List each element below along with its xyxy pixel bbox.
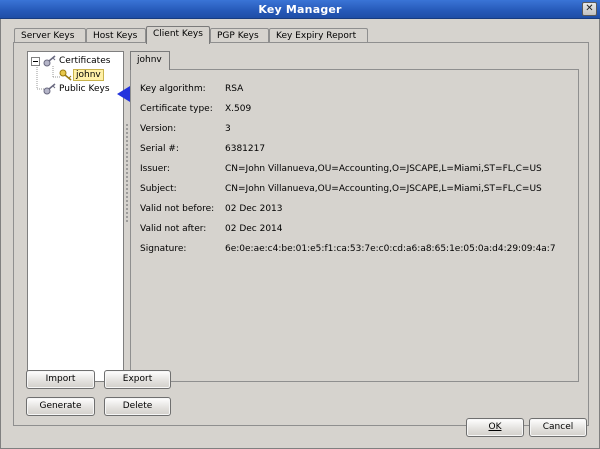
field-label: Certificate type:: [140, 104, 213, 114]
button-label: Cancel: [542, 422, 574, 432]
import-button[interactable]: Import: [26, 370, 95, 389]
close-icon: ✕: [585, 3, 594, 14]
tree-item-public-keys[interactable]: Public Keys: [43, 83, 112, 95]
tab-label: Key Expiry Report: [276, 31, 357, 41]
tree-item-label: johnv: [73, 69, 104, 81]
field-label: Valid not after:: [140, 224, 207, 234]
key-tree[interactable]: Certificates johnv Public Keys: [27, 51, 124, 382]
field-value: RSA: [225, 84, 244, 94]
field-label: Version:: [140, 124, 177, 134]
tab-label: PGP Keys: [217, 31, 259, 41]
tab-server-keys[interactable]: Server Keys: [14, 28, 86, 43]
key-detail-pane: johnv Key algorithm: RSA Certificate typ…: [130, 51, 579, 382]
tree-item-certificates[interactable]: Certificates: [31, 55, 112, 67]
key-properties: Key algorithm: RSA Certificate type: X.5…: [130, 69, 579, 382]
tree-item-label: Certificates: [59, 56, 111, 66]
close-button[interactable]: ✕: [582, 2, 597, 16]
tab-johnv[interactable]: johnv: [130, 51, 170, 70]
field-label: Key algorithm:: [140, 84, 206, 94]
window-client: Server Keys Host Keys Client Keys PGP Ke…: [0, 19, 600, 449]
field-label: Valid not before:: [140, 204, 215, 214]
tab-client-keys[interactable]: Client Keys: [146, 26, 210, 44]
tab-label: Client Keys: [153, 29, 203, 39]
tab-pgp-keys[interactable]: PGP Keys: [210, 28, 269, 43]
title-bar: Key Manager ✕: [0, 0, 600, 19]
field-label: Serial #:: [140, 144, 179, 154]
field-value: 02 Dec 2014: [225, 224, 283, 234]
tab-label: Server Keys: [21, 31, 75, 41]
key-icon: [43, 55, 56, 67]
cancel-button[interactable]: Cancel: [529, 418, 587, 437]
tree-item-label: Public Keys: [59, 84, 110, 94]
key-icon: [43, 83, 56, 95]
key-icon: [59, 69, 72, 81]
field-label: Signature:: [140, 244, 187, 254]
tab-label: Host Keys: [93, 31, 138, 41]
field-value: 6381217: [225, 144, 266, 154]
field-value: 3: [225, 124, 231, 134]
window-title: Key Manager: [258, 3, 342, 16]
collapse-toggle-icon[interactable]: [31, 56, 40, 66]
button-label: OK: [488, 422, 502, 432]
field-value: CN=John Villanueva,OU=Accounting,O=JSCAP…: [225, 164, 542, 174]
delete-button[interactable]: Delete: [104, 397, 171, 416]
export-button[interactable]: Export: [104, 370, 171, 389]
pane-splitter[interactable]: [125, 51, 129, 382]
tab-label: johnv: [137, 55, 162, 65]
field-value: 02 Dec 2013: [225, 204, 283, 214]
tab-key-expiry-report[interactable]: Key Expiry Report: [269, 28, 368, 43]
tree-item-johnv[interactable]: johnv: [59, 69, 104, 81]
field-value: 6e:0e:ae:c4:be:01:e5:f1:ca:53:7e:c0:cd:a…: [225, 244, 556, 254]
field-value: X.509: [225, 104, 252, 114]
tab-host-keys[interactable]: Host Keys: [86, 28, 146, 43]
field-label: Subject:: [140, 184, 177, 194]
ok-button[interactable]: OK: [466, 418, 524, 437]
generate-button[interactable]: Generate: [26, 397, 95, 416]
field-value: CN=John Villanueva,OU=Accounting,O=JSCAP…: [225, 184, 542, 194]
splitter-grip-icon[interactable]: [126, 123, 128, 223]
client-keys-panel: Certificates johnv Public Keys johnv Key…: [13, 42, 589, 426]
field-label: Issuer:: [140, 164, 170, 174]
